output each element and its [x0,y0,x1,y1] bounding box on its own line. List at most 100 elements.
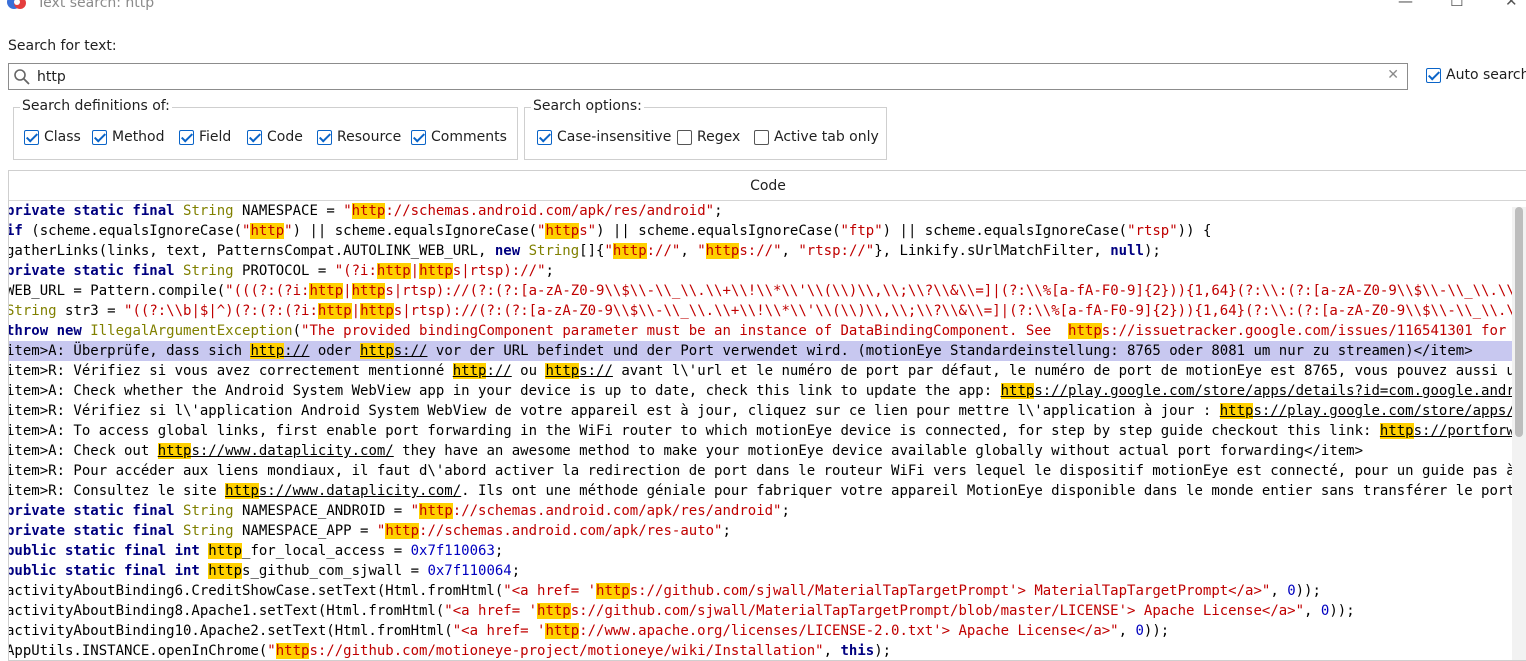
code-segment: s|rtsp)://(?:(?:[a-zA-Z0-9\\$\\-\\_\\.\\… [393,303,1512,319]
code-segment: s:// [579,363,613,379]
result-row[interactable]: WEB_URL = Pattern.compile("(((?:(?i:http… [8,281,1512,301]
result-row[interactable]: private static final String NAMESPACE_AP… [9,521,1512,541]
option-case-insensitive-checkbox[interactable]: Case-insensitive [537,129,671,145]
definition-field-checkbox[interactable]: Field [179,129,231,145]
code-segment: String [183,203,243,219]
results-list: private static final String NAMESPACE = … [8,201,1512,660]
checkbox-checked-icon[interactable] [247,129,262,145]
definition-resource-checkbox[interactable]: Resource [317,129,401,145]
search-input[interactable] [37,66,1377,87]
search-field[interactable]: ✕ [8,63,1408,90]
code-segment: :// [486,363,512,379]
auto-search-checkbox[interactable]: Auto search [1426,67,1526,83]
result-row[interactable]: item>A: To access global links, first en… [9,421,1512,441]
definition-class-checkbox[interactable]: Class [24,129,81,145]
code-segment: s://" [739,243,782,259]
code-segment: http [1219,403,1254,419]
code-segment: http [157,443,192,459]
code-segment: http [545,223,580,239]
code-segment: String [183,503,243,519]
checkbox-checked-icon[interactable] [537,129,552,145]
result-row[interactable]: String str3 = "((?:\\b|$|^)(?:(?:(?i:htt… [9,301,1512,321]
result-row[interactable]: item>A: Überprüfe, dass sich http:// ode… [9,341,1512,361]
option-active-tab-only-checkbox[interactable]: Active tab only [754,129,879,145]
code-segment: activityAboutBinding10.Apache2.setText(H… [8,623,453,639]
code-segment: ; [494,543,504,559]
clear-search-icon[interactable]: ✕ [1387,67,1399,83]
checkbox-checked-icon[interactable] [317,129,332,145]
checkbox-checked-icon[interactable] [92,129,107,145]
result-row[interactable]: item>R: Vérifiez si l\'application Andro… [9,401,1512,421]
code-segment: 0x7f110064 [427,563,512,579]
code-segment: if [8,223,32,239]
code-segment: "The provided bindingComponent parameter… [301,323,1069,339]
definition-comments-label: Comments [431,129,507,145]
checkbox-checked-icon[interactable] [179,129,194,145]
code-segment: public static final int [8,543,209,559]
result-row[interactable]: public static final int http_for_local_a… [8,541,1512,561]
code-segment: http [1379,423,1414,439]
checkbox-unchecked-icon[interactable] [677,129,692,145]
code-segment: private static final [8,203,184,219]
result-row[interactable]: if (scheme.equalsIgnoreCase("http") || s… [8,221,1512,241]
code-segment: ( [292,323,302,339]
checkbox-checked-icon[interactable] [24,129,39,145]
definition-code-checkbox[interactable]: Code [247,129,303,145]
result-row[interactable]: item>R: Vérifiez si vous avez correcteme… [8,361,1512,381]
result-row[interactable]: private static final String NAMESPACE_AN… [8,501,1512,521]
code-segment: http [419,503,453,519]
code-segment: s://www.dataplicity.com/ [191,443,394,459]
code-segment: NAMESPACE_ANDROID = [242,503,411,519]
maximize-button[interactable]: ☐ [1450,0,1463,10]
code-column-header[interactable]: Code [9,171,1526,201]
code-segment: private static final [8,503,184,519]
code-segment: s://github.com/motioneye-project/motione… [309,643,824,659]
result-row[interactable]: throw new IllegalArgumentException("The … [9,321,1512,341]
code-segment: String [528,243,580,259]
option-regex-checkbox[interactable]: Regex [677,129,740,145]
result-row[interactable]: item>R: Pour accéder aux liens mondiaux,… [9,461,1512,481]
result-row[interactable]: AppUtils.INSTANCE.openInChrome("https://… [8,641,1512,660]
code-segment: null [1110,243,1144,259]
result-row[interactable]: item>R: Consultez le site https://www.da… [9,481,1512,501]
result-row[interactable]: private static final String PROTOCOL = "… [9,261,1512,281]
code-segment: ; [714,203,723,219]
code-segment: String [183,523,243,539]
code-segment: ; [722,523,731,539]
code-segment: item>R: Vérifiez si vous avez correcteme… [8,363,453,379]
minimize-button[interactable]: — [1398,0,1413,10]
code-segment: ) || scheme.equalsIgnoreCase( [596,223,841,239]
result-row[interactable]: item>A: Check out https://www.dataplicit… [9,441,1512,461]
code-segment: AppUtils.INSTANCE.openInChrome( [8,643,268,659]
code-segment: http [596,583,630,599]
result-row[interactable]: gatherLinks(links, text, PatternsCompat.… [8,241,1512,261]
definition-method-checkbox[interactable]: Method [92,129,165,145]
result-row[interactable]: private static final String NAMESPACE = … [8,201,1512,221]
code-segment: http [385,523,420,539]
code-segment: s:// [393,343,428,359]
result-row[interactable]: item>A: Check whether the Android System… [9,381,1512,401]
checkbox-checked-icon[interactable] [1426,67,1441,83]
result-row[interactable]: activityAboutBinding6.CreditShowCase.set… [9,581,1512,601]
result-row[interactable]: public static final int https_github_com… [9,561,1512,581]
code-segment: WEB_URL = Pattern.compile( [8,283,226,299]
code-segment: s|rtsp)://" [452,263,546,279]
checkbox-unchecked-icon[interactable] [754,129,769,145]
checkbox-checked-icon[interactable] [411,129,426,145]
scrollbar-thumb[interactable] [1515,207,1523,437]
code-segment: gatherLinks(links, text, PatternsCompat.… [8,243,495,259]
search-definitions-title: Search definitions of: [20,98,172,114]
code-segment: []{ [579,243,605,259]
code-segment: "<a href= ' [444,603,538,619]
result-row[interactable]: activityAboutBinding10.Apache2.setText(H… [8,621,1512,641]
code-segment: NAMESPACE = [242,203,344,219]
result-row[interactable]: activityAboutBinding8.Apache1.setText(Ht… [9,601,1512,621]
search-label: Search for text: [8,38,117,54]
code-segment: http [309,283,344,299]
window-title: Text search: http [37,0,155,11]
code-segment: str3 = [65,303,125,319]
definition-comments-checkbox[interactable]: Comments [411,129,507,145]
code-segment: http [545,363,580,379]
vertical-scrollbar[interactable] [1512,207,1526,660]
close-button[interactable]: ✕ [1505,0,1518,10]
